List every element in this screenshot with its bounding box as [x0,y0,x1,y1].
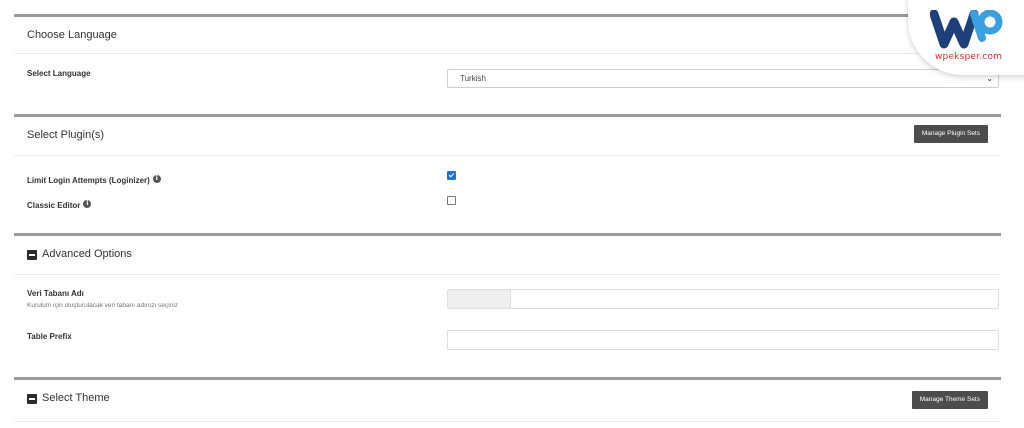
choose-language-section: Choose Language Select Language Turkish … [14,14,1001,115]
collapse-icon[interactable] [27,394,37,404]
collapse-icon[interactable] [27,250,37,260]
db-name-prefix [448,290,511,308]
section-title: Choose Language [27,29,117,41]
section-header: Choose Language [14,17,1001,54]
section-header: Select Theme Manage Theme Sets [14,380,1001,422]
info-icon[interactable]: i [152,174,161,183]
plugin-row-loginizer: Limit Login Attempts (Loginizer) i [27,170,988,188]
advanced-options-section: Advanced Options Veri Tabanı Adı Kurulum… [14,233,1001,378]
manage-plugin-sets-button[interactable]: Manage Plugin Sets [913,125,988,143]
plugin-row-classic-editor: Classic Editor i [27,195,988,213]
manage-theme-sets-button[interactable]: Manage Theme Sets [911,391,988,409]
info-icon[interactable]: i [83,199,92,208]
section-title: Select Plugin(s) [27,129,105,141]
select-plugins-section: Select Plugin(s) Manage Plugin Sets Limi… [14,114,1001,233]
classic-editor-checkbox[interactable] [447,196,456,205]
language-select[interactable]: Turkish ⌄ [447,69,999,88]
language-selected-value: Turkish [460,74,486,83]
table-prefix-input[interactable] [447,330,999,350]
select-theme-section: Select Theme Manage Theme Sets [14,377,1001,428]
section-title: Advanced Options [42,248,132,260]
db-name-row: Veri Tabanı Adı Kurulum için oluşturulac… [27,289,999,309]
db-name-input[interactable] [447,289,999,309]
logo-w-icon [930,10,1003,49]
language-control: Turkish ⌄ [447,69,999,88]
section-title: Select Theme [42,392,110,404]
table-prefix-row: Table Prefix [27,330,999,350]
loginizer-checkbox[interactable] [447,171,456,180]
plugin-label: Classic Editor [27,201,81,210]
section-header: Select Plugin(s) Manage Plugin Sets [14,117,1001,156]
language-row: Select Language Turkish ⌄ [27,69,999,88]
section-header: Advanced Options [14,236,1001,275]
logo-text: wpeksper.com [935,52,1003,62]
plugin-label: Limit Login Attempts (Loginizer) [27,176,150,185]
